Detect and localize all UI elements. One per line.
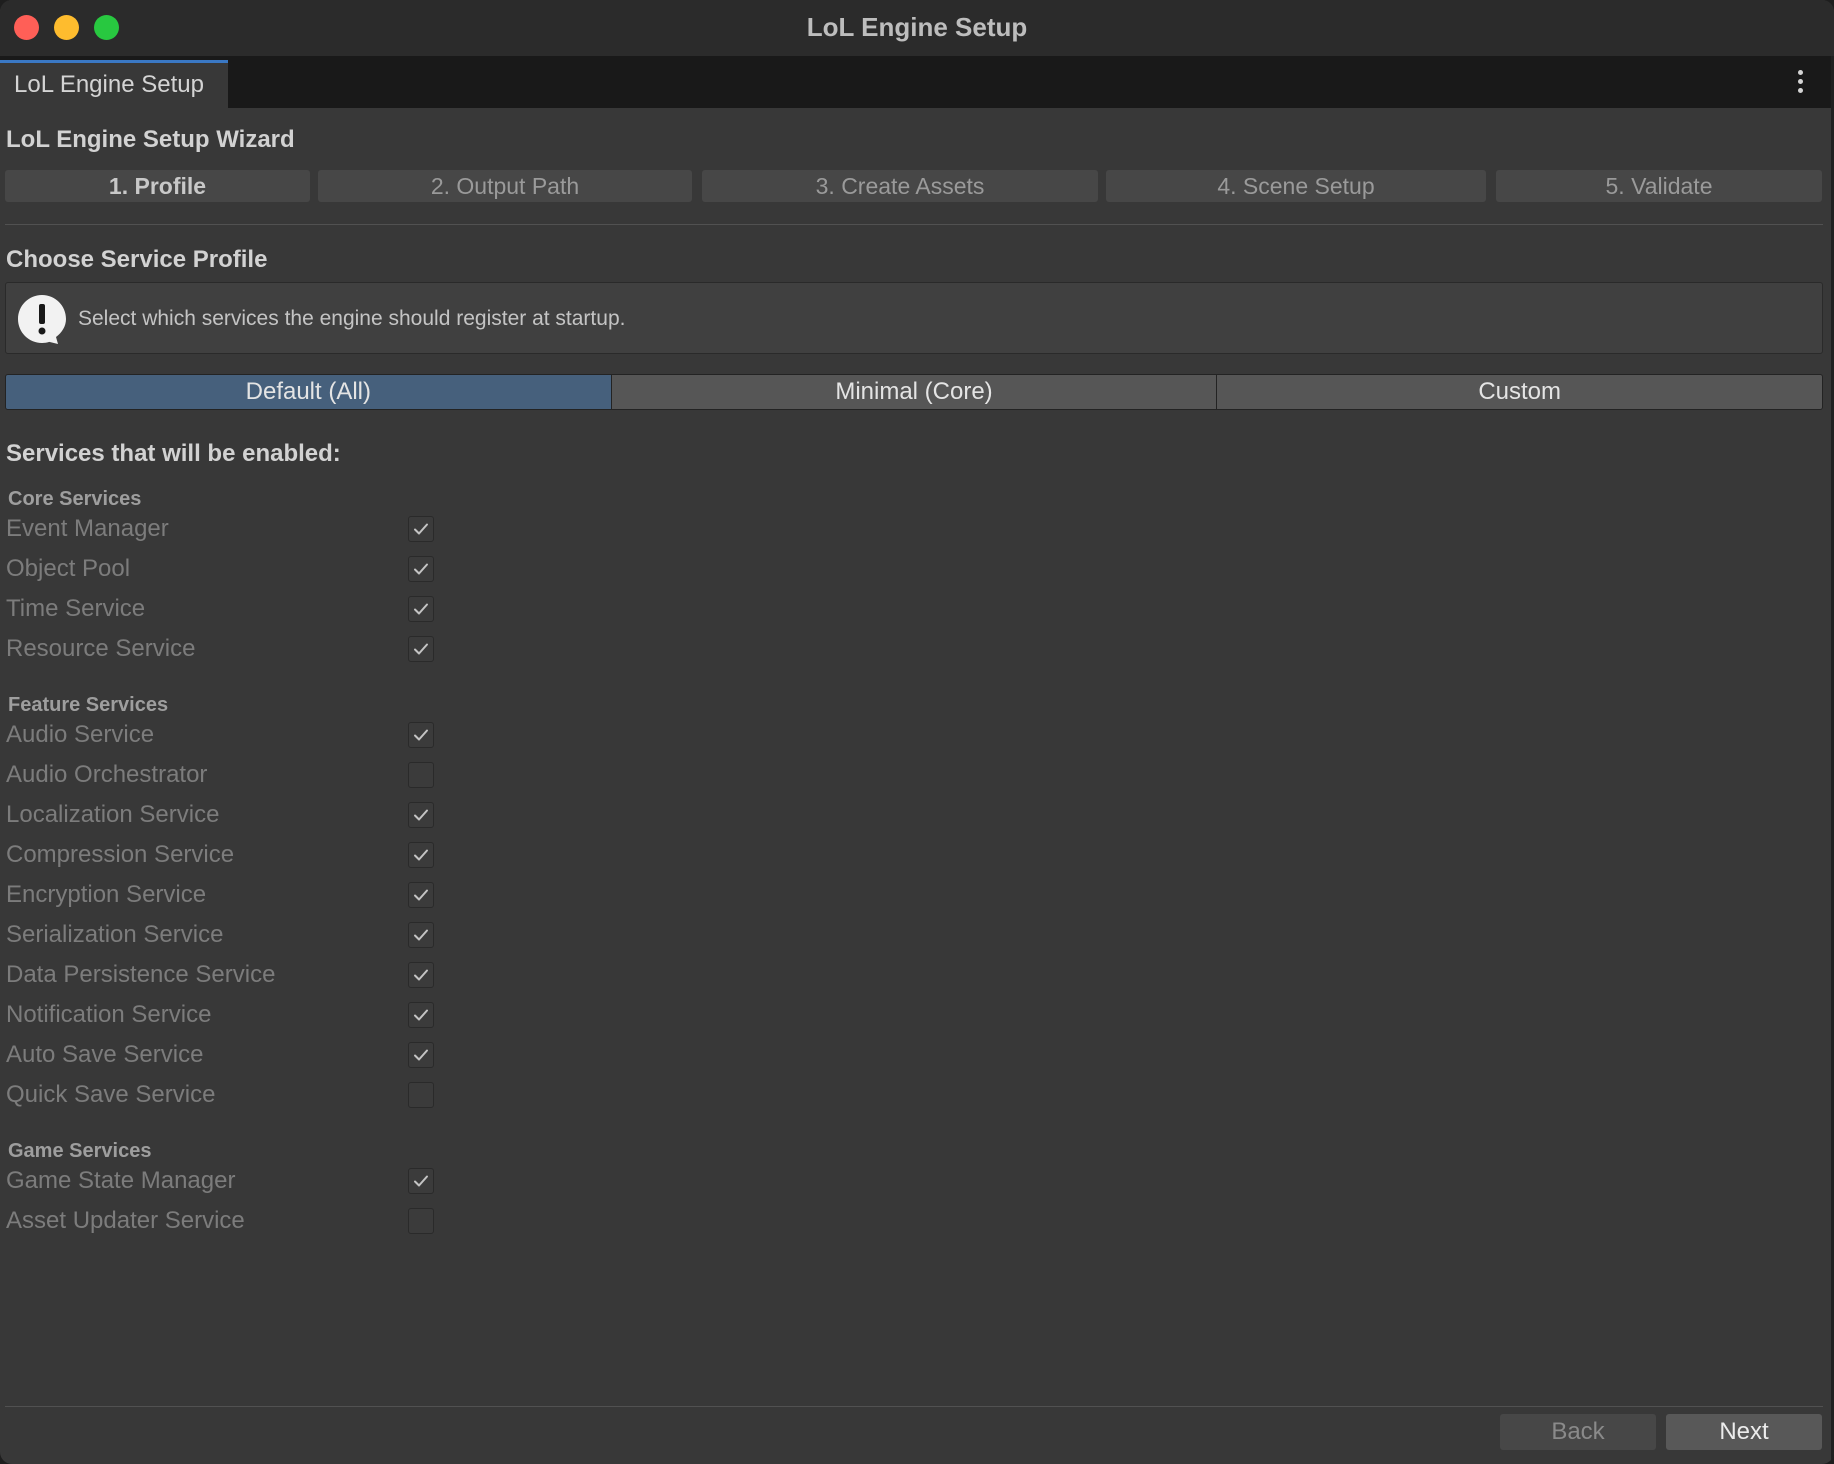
vertical-ellipsis-icon[interactable] [1796,70,1804,96]
service-group-title: Core Services [8,488,142,510]
service-checkbox[interactable] [408,516,434,542]
profile-default-button[interactable]: Default (All) [6,375,612,409]
wizard-title: LoL Engine Setup Wizard [6,126,295,153]
checkmark-icon [414,1049,428,1061]
service-checkbox[interactable] [408,596,434,622]
step-validate[interactable]: 5. Validate [1496,170,1822,202]
service-checkbox[interactable] [408,1002,434,1028]
service-row: Event Manager [6,512,436,546]
service-row: Audio Service [6,718,436,752]
checkmark-icon [414,889,428,901]
service-checkbox[interactable] [408,556,434,582]
service-checkbox[interactable] [408,1042,434,1068]
service-row: Object Pool [6,552,436,586]
profile-toolbar: Default (All) Minimal (Core) Custom [5,374,1823,410]
profile-section-title: Choose Service Profile [6,246,268,273]
service-label: Asset Updater Service [6,1207,245,1234]
service-row: Quick Save Service [6,1078,436,1112]
service-label: Data Persistence Service [6,961,276,988]
profile-custom-button[interactable]: Custom [1217,375,1822,409]
next-button[interactable]: Next [1666,1414,1822,1450]
service-row: Resource Service [6,632,436,666]
help-box: Select which services the engine should … [5,282,1823,354]
service-label: Resource Service [6,635,196,662]
service-label: Localization Service [6,801,220,828]
wizard-content: LoL Engine Setup Wizard 1. Profile 2. Ou… [0,108,1834,1464]
step-output-path[interactable]: 2. Output Path [318,170,692,202]
footer-divider [5,1406,1823,1407]
service-checkbox[interactable] [408,722,434,748]
service-row: Encryption Service [6,878,436,912]
step-profile[interactable]: 1. Profile [5,170,310,202]
service-checkbox[interactable] [408,762,434,788]
window-title: LoL Engine Setup [806,12,1028,42]
checkmark-icon [414,1009,428,1021]
checkmark-icon [414,809,428,821]
service-row: Auto Save Service [6,1038,436,1072]
service-label: Encryption Service [6,881,207,908]
service-label: Quick Save Service [6,1081,216,1108]
service-label: Auto Save Service [6,1041,204,1068]
service-label: Serialization Service [6,921,224,948]
tab-strip: LoL Engine Setup [0,56,1834,108]
checkmark-icon [414,929,428,941]
service-row: Data Persistence Service [6,958,436,992]
checkmark-icon [414,969,428,981]
title-bar: LoL Engine Setup [0,0,1834,57]
back-button[interactable]: Back [1500,1414,1656,1450]
service-row: Asset Updater Service [6,1204,436,1238]
service-row: Time Service [6,592,436,626]
checkmark-icon [414,729,428,741]
checkmark-icon [414,603,428,615]
service-group-title: Game Services [8,1140,152,1162]
profile-minimal-button[interactable]: Minimal (Core) [611,375,1218,409]
service-label: Time Service [6,595,146,622]
service-label: Notification Service [6,1001,212,1028]
service-checkbox[interactable] [408,1082,434,1108]
help-text: Select which services the engine should … [78,307,626,330]
service-checkbox[interactable] [408,962,434,988]
step-create-assets[interactable]: 3. Create Assets [702,170,1098,202]
service-checkbox[interactable] [408,1168,434,1194]
tab-lol-engine-setup[interactable]: LoL Engine Setup [0,60,228,108]
service-label: Object Pool [6,555,131,582]
service-row: Game State Manager [6,1164,436,1198]
checkmark-icon [414,643,428,655]
service-label: Game State Manager [6,1167,236,1194]
service-label: Compression Service [6,841,235,868]
service-row: Compression Service [6,838,436,872]
service-row: Localization Service [6,798,436,832]
service-checkbox[interactable] [408,802,434,828]
service-label: Audio Orchestrator [6,761,208,788]
service-row: Serialization Service [6,918,436,952]
service-checkbox[interactable] [408,922,434,948]
service-checkbox[interactable] [408,842,434,868]
service-row: Notification Service [6,998,436,1032]
step-scene-setup[interactable]: 4. Scene Setup [1106,170,1486,202]
service-group-title: Feature Services [8,694,169,716]
checkmark-icon [414,523,428,535]
service-label: Audio Service [6,721,155,748]
service-checkbox[interactable] [408,882,434,908]
checkmark-icon [414,849,428,861]
exclamation-speech-bubble-icon [18,295,66,344]
services-list-title: Services that will be enabled: [6,440,341,467]
window: LoL Engine Setup LoL Engine Setup LoL En… [0,0,1834,1464]
checkmark-icon [414,1175,428,1187]
steps-divider [5,224,1823,225]
service-checkbox[interactable] [408,1208,434,1234]
checkmark-icon [414,563,428,575]
service-label: Event Manager [6,515,169,542]
service-row: Audio Orchestrator [6,758,436,792]
service-checkbox[interactable] [408,636,434,662]
